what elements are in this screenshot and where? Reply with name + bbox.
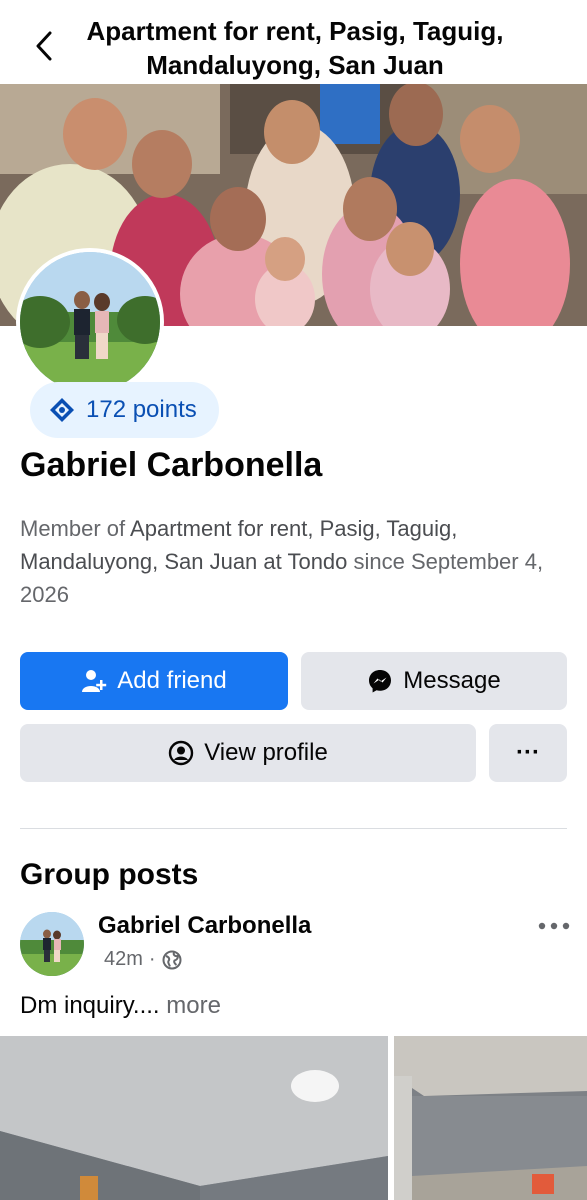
user-circle-icon	[168, 740, 194, 766]
meta-separator: ·	[148, 948, 156, 970]
post-photo-2[interactable]	[394, 1036, 587, 1200]
post-time[interactable]: 42m	[104, 948, 143, 971]
post-photo-1[interactable]	[0, 1036, 388, 1200]
post-meta: 42m ·	[104, 948, 182, 971]
top-bar: Apartment for rent, Pasig, Taguig, Manda…	[0, 0, 587, 84]
membership-info: Member of Apartment for rent, Pasig, Tag…	[20, 512, 560, 611]
post-text: Dm inquiry.... more	[20, 992, 221, 1020]
section-divider	[20, 828, 567, 829]
message-label: Message	[403, 667, 501, 694]
back-button[interactable]	[26, 26, 62, 66]
add-friend-label: Add friend	[117, 667, 227, 694]
member-suffix: since	[347, 549, 411, 574]
group-posts-heading: Group posts	[20, 858, 199, 891]
post-author-avatar[interactable]	[20, 912, 84, 976]
points-label: 172 points	[86, 396, 197, 423]
view-profile-button[interactable]: View profile	[20, 724, 476, 782]
member-prefix: Member of	[20, 516, 131, 541]
post-author-name[interactable]: Gabriel Carbonella	[98, 912, 311, 940]
points-badge[interactable]: 172 points	[30, 382, 219, 438]
group-title: Apartment for rent, Pasig, Taguig, Manda…	[86, 16, 504, 80]
globe-icon	[162, 950, 182, 969]
add-friend-button[interactable]: Add friend	[20, 652, 288, 710]
more-icon: ···	[516, 739, 540, 766]
more-options-button[interactable]: ···	[489, 724, 567, 782]
post-body: Dm inquiry....	[20, 992, 160, 1019]
post-options-button[interactable]	[536, 912, 572, 940]
add-person-icon	[82, 670, 107, 692]
message-button[interactable]: Message	[301, 652, 567, 710]
profile-avatar[interactable]	[16, 248, 168, 396]
diamond-badge-icon	[50, 398, 74, 422]
chevron-left-icon	[36, 31, 52, 61]
messenger-icon	[369, 670, 392, 693]
more-horizontal-icon	[538, 922, 570, 930]
profile-name: Gabriel Carbonella	[20, 446, 323, 484]
see-more-link[interactable]: more	[166, 992, 221, 1019]
view-profile-label: View profile	[204, 739, 328, 766]
